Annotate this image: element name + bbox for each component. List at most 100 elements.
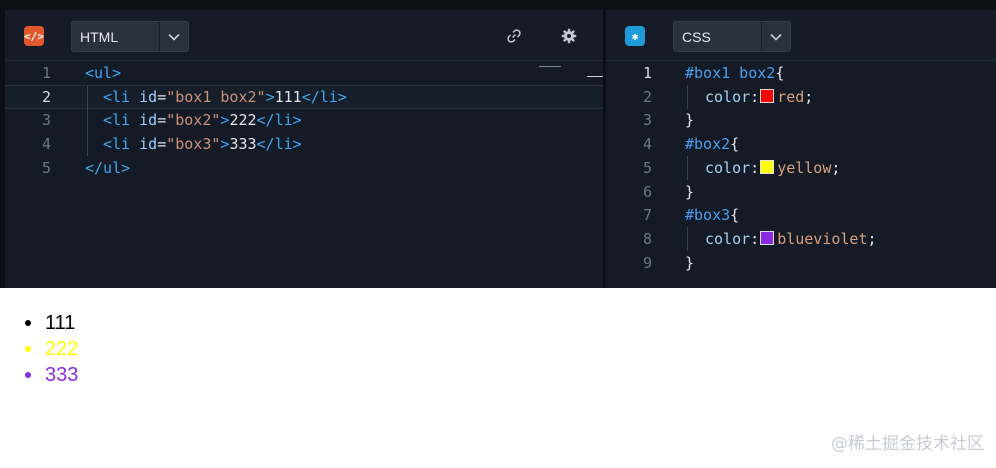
code-line[interactable]: 3 <li id="box2">222</li> — [5, 108, 603, 133]
line-number: 1 — [642, 64, 652, 82]
line-number: 2 — [41, 87, 51, 106]
code-line[interactable]: 1 #box1 box2{ — [606, 61, 996, 85]
code-token: </li> — [301, 87, 347, 106]
code-token: { — [730, 135, 740, 154]
code-token: </li> — [256, 135, 302, 154]
chevron-down-icon[interactable] — [761, 22, 790, 51]
preview-output: 111 222 333 @稀土掘金技术社区 — [5, 288, 996, 468]
scrollbar-thumb[interactable] — [587, 76, 603, 77]
preview-list-item: 111 — [25, 310, 78, 336]
preview-list-item-text: 111 — [45, 312, 76, 334]
code-token: yellow — [777, 158, 832, 177]
code-token: id — [139, 87, 158, 106]
code-token: : — [750, 229, 760, 248]
code-text: #box1 box2{ — [685, 61, 784, 85]
top-bar — [0, 0, 996, 10]
code-token: <li — [103, 87, 140, 106]
css-language-select[interactable]: CSS — [673, 21, 791, 52]
html-code-editor[interactable]: 1 <ul> 2 <li id="box1 box2">111</li> 3 <li id… — [5, 61, 603, 288]
preview-list-item: 222 — [25, 336, 79, 362]
code-text: color: red; — [705, 85, 813, 109]
code-line[interactable]: 8 color: blueviolet; — [606, 226, 996, 251]
code-text: color: blueviolet; — [705, 227, 877, 251]
preview-list-item-text: 222 — [45, 338, 79, 360]
line-number: 5 — [41, 158, 51, 177]
css-language-label: CSS — [682, 28, 711, 45]
html-language-select[interactable]: HTML — [71, 21, 189, 52]
editor-area: </> HTML 1 <ul> 2 <li id="box1 box2">111</l… — [0, 0, 996, 288]
indent-guide — [87, 132, 88, 157]
preview-list-item: 333 — [25, 362, 79, 388]
code-line[interactable]: 3} — [606, 108, 996, 132]
code-token: 222 — [229, 111, 257, 130]
code-token: : — [750, 158, 760, 177]
code-text: <li id="box2">222</li> — [103, 108, 302, 132]
code-token: <li — [103, 135, 140, 154]
code-token: blueviolet — [777, 229, 868, 248]
code-token: } — [685, 182, 695, 201]
code-token: = — [157, 87, 167, 106]
link-icon[interactable] — [502, 24, 526, 48]
line-number: 4 — [41, 135, 51, 154]
bullet-icon — [25, 372, 31, 378]
code-text: </ul> — [85, 156, 130, 180]
code-line[interactable]: 2 <li id="box1 box2">111</li> — [5, 84, 603, 110]
code-line[interactable]: 7 #box3{ — [606, 203, 996, 227]
code-token: { — [775, 64, 785, 82]
code-token: color — [705, 87, 751, 106]
indent-guide — [87, 108, 88, 133]
line-number: 6 — [642, 182, 652, 201]
code-line[interactable]: 2 color: red; — [606, 84, 996, 109]
code-token: ; — [831, 158, 841, 177]
preview-list-item-text: 333 — [45, 364, 79, 386]
code-token: </ul> — [85, 158, 131, 177]
line-number: 9 — [642, 253, 652, 272]
code-text: <li id="box3">333</li> — [103, 132, 302, 156]
code-text: #box2{ — [685, 132, 739, 156]
line-number: 3 — [642, 111, 652, 130]
code-token: #box3 — [685, 206, 731, 225]
html-pane-header: </> HTML — [5, 10, 603, 61]
bullet-icon — [25, 346, 31, 352]
code-token: color — [705, 229, 751, 248]
code-line[interactable]: 1 <ul> — [5, 61, 603, 85]
line-number: 5 — [642, 158, 652, 177]
code-token: = — [157, 135, 167, 154]
line-number: 8 — [642, 229, 652, 248]
code-token: 333 — [229, 135, 257, 154]
code-line[interactable]: 5 </ul> — [5, 156, 603, 180]
code-token: #box2 — [685, 135, 731, 154]
line-number: 3 — [41, 111, 51, 130]
indent-guide — [687, 226, 688, 251]
code-token: = — [157, 111, 167, 130]
code-text: color: yellow; — [705, 156, 840, 180]
code-token: "box3" — [166, 135, 221, 154]
code-token: ; — [804, 87, 814, 106]
code-line[interactable]: 4 <li id="box3">333</li> — [5, 132, 603, 157]
css-editor-pane: ✱ CSS 1 #box1 box2{2 color: red; 3} 4 #box2{5 c… — [606, 10, 996, 288]
code-line[interactable]: 9} — [606, 251, 996, 275]
code-token: } — [685, 253, 695, 272]
html-editor-pane: </> HTML 1 <ul> 2 <li id="box1 box2">111</l… — [5, 10, 603, 288]
code-token: #box1 box2 — [685, 64, 776, 82]
color-swatch[interactable] — [760, 88, 775, 103]
code-text: <li id="box1 box2">111</li> — [103, 86, 347, 108]
code-token: ; — [867, 229, 877, 248]
code-line[interactable]: 5 color: yellow; — [606, 155, 996, 180]
code-token: : — [750, 87, 760, 106]
code-text: } — [685, 251, 694, 275]
color-swatch[interactable] — [760, 159, 775, 174]
gear-icon[interactable] — [557, 24, 581, 48]
color-swatch[interactable] — [760, 230, 775, 245]
code-line[interactable]: 6} — [606, 180, 996, 204]
css-pane-header: ✱ CSS — [606, 10, 996, 61]
html-code-icon: </> — [24, 26, 44, 46]
html-language-label: HTML — [80, 28, 119, 45]
bullet-icon — [25, 320, 31, 326]
code-line[interactable]: 4 #box2{ — [606, 132, 996, 156]
chevron-down-icon[interactable] — [159, 22, 188, 51]
code-token: > — [265, 87, 275, 106]
code-token: "box2" — [166, 111, 221, 130]
css-asterisk-icon: ✱ — [625, 26, 645, 46]
css-code-editor[interactable]: 1 #box1 box2{2 color: red; 3} 4 #box2{5 color: y… — [606, 61, 996, 288]
